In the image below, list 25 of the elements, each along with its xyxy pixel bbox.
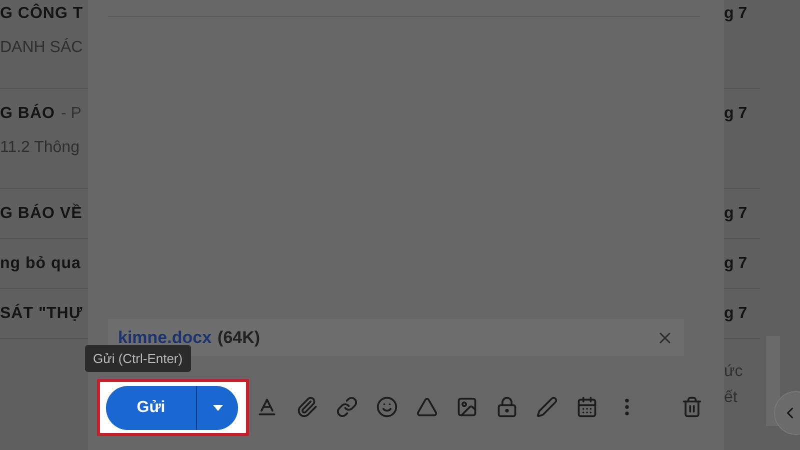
email-subject: G BÁO VỀ <box>0 205 82 223</box>
attach-file-icon[interactable] <box>295 395 319 419</box>
email-subject: G BÁO <box>0 105 55 123</box>
caret-icon <box>212 404 222 410</box>
email-date: g 7 <box>724 205 748 222</box>
email-subject: ng bỏ qua <box>0 255 81 273</box>
image-icon[interactable] <box>455 395 479 419</box>
email-date: g 7 <box>724 105 748 122</box>
lock-icon[interactable] <box>495 395 519 419</box>
calendar-icon[interactable] <box>575 395 599 419</box>
email-date: g 7 <box>724 255 748 272</box>
tooltip: Gửi (Ctrl-Enter) <box>85 345 191 372</box>
attachment-link[interactable]: kimne.docx <box>118 328 212 348</box>
scrollbar[interactable] <box>766 336 780 426</box>
triangle-icon[interactable] <box>415 395 439 419</box>
attachment-size: (64K) <box>218 328 262 348</box>
email-subject: SÁT "THỰ <box>0 305 83 323</box>
email-date: g 7 <box>724 305 748 322</box>
pen-icon[interactable] <box>535 395 559 419</box>
email-subject: G CÔNG T <box>0 5 84 23</box>
email-date: g 7 <box>724 5 748 22</box>
trash-icon[interactable] <box>680 395 704 419</box>
send-button[interactable]: Gửi <box>106 386 197 430</box>
emoji-icon[interactable] <box>375 395 399 419</box>
link-icon[interactable] <box>335 395 359 419</box>
